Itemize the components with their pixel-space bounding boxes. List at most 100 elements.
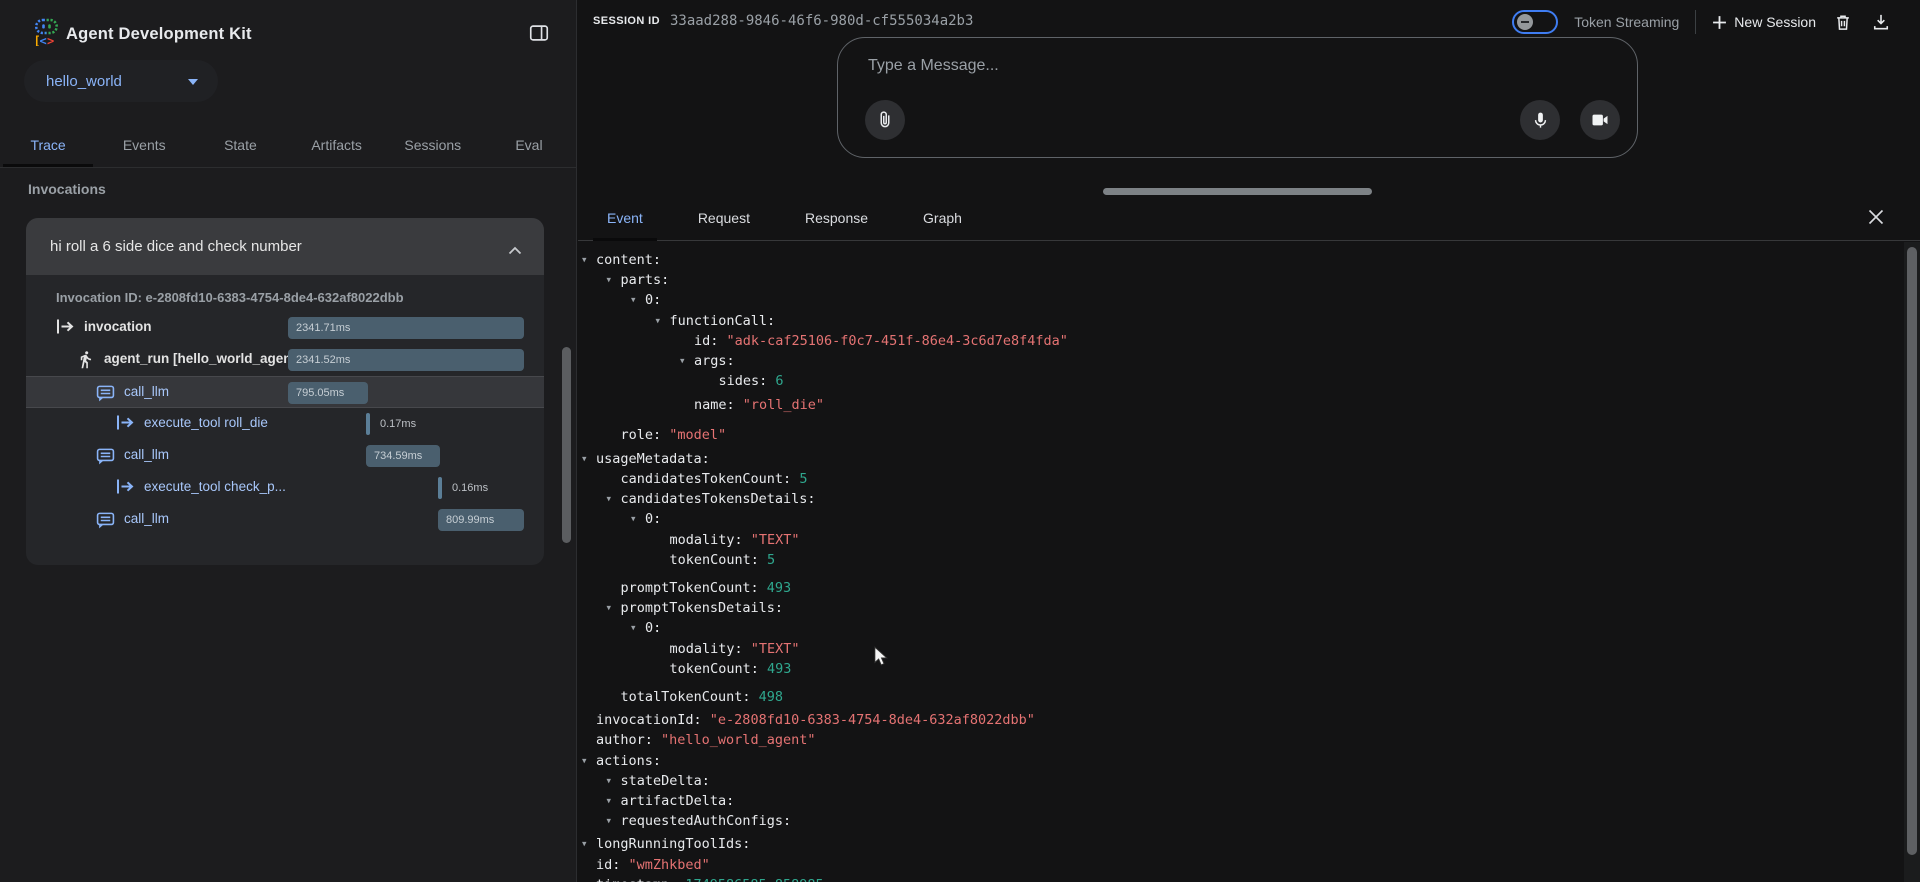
new-session-button[interactable]: New Session: [1712, 14, 1816, 30]
span-label: execute_tool check_p...: [144, 479, 286, 494]
json-line-longRunningToolIds[interactable]: ▼longRunningToolIds:: [582, 834, 1900, 854]
trace-row-execute_tool[interactable]: execute_tool roll_die0.17ms: [26, 408, 544, 440]
enter-arrow-icon: [116, 478, 136, 498]
json-value: "wmZhkbed": [620, 857, 709, 873]
sidebar-tab-state[interactable]: State: [192, 122, 288, 167]
enter-arrow-icon: [116, 414, 136, 434]
json-value: "TEXT": [743, 532, 800, 548]
runner-icon: [76, 350, 96, 370]
json-line-0[interactable]: ▼0:: [582, 618, 1900, 638]
collapse-triangle-icon[interactable]: ▼: [607, 811, 621, 830]
json-value: 493: [759, 580, 792, 596]
microphone-button[interactable]: [1520, 100, 1560, 140]
close-icon[interactable]: [1867, 208, 1887, 228]
trace-row-invocation[interactable]: invocation2341.71ms: [26, 312, 544, 344]
download-icon: [1871, 12, 1891, 32]
json-line-id: id: "adk-caf25106-f0c7-451f-86e4-3c6d7e8…: [582, 331, 1900, 351]
collapse-sidebar-icon[interactable]: [528, 22, 550, 44]
json-line-0[interactable]: ▼0:: [582, 290, 1900, 310]
json-line-promptTokensDetails[interactable]: ▼promptTokensDetails:: [582, 598, 1900, 618]
detail-tab-event[interactable]: Event: [593, 196, 657, 241]
tab-label: Sessions: [404, 137, 461, 153]
span-label: agent_run [hello_world_agent]: [104, 351, 301, 366]
json-key: candidatesTokensDetails:: [621, 491, 816, 507]
collapse-triangle-icon[interactable]: ▼: [607, 489, 621, 508]
event-json-tree: ▼content:▼parts:▼0:▼functionCall: id: "a…: [578, 242, 1900, 882]
json-key: artifactDelta:: [621, 793, 735, 809]
detail-tab-graph[interactable]: Graph: [909, 196, 976, 241]
json-line-requestedAuthConfigs[interactable]: ▼requestedAuthConfigs:: [582, 811, 1900, 831]
indent-spacer: [656, 659, 670, 678]
json-line-artifactDelta[interactable]: ▼artifactDelta:: [582, 791, 1900, 811]
new-session-label: New Session: [1734, 14, 1816, 30]
span-label: call_llm: [124, 447, 169, 462]
vertical-scrollbar[interactable]: [1907, 247, 1917, 855]
delete-session-button[interactable]: [1832, 11, 1854, 33]
horizontal-scrollbar[interactable]: [1103, 188, 1372, 195]
detail-tab-response[interactable]: Response: [791, 196, 882, 241]
collapse-triangle-icon[interactable]: ▼: [582, 449, 596, 468]
attach-file-button[interactable]: [865, 100, 905, 140]
indent-spacer: [705, 371, 719, 390]
collapse-triangle-icon[interactable]: ▼: [631, 509, 645, 528]
collapse-triangle-icon[interactable]: ▼: [631, 618, 645, 637]
duration-tick: [366, 413, 370, 435]
json-line-content[interactable]: ▼content:: [582, 250, 1900, 270]
collapse-triangle-icon[interactable]: ▼: [582, 751, 596, 770]
collapse-triangle-icon[interactable]: ▼: [607, 791, 621, 810]
json-line-tokenCount: tokenCount: 5: [582, 550, 1900, 570]
json-line-id: id: "wmZhkbed": [582, 855, 1900, 875]
json-line-args[interactable]: ▼args:: [582, 351, 1900, 371]
invocation-card-header[interactable]: hi roll a 6 side dice and check number: [26, 218, 544, 275]
plus-icon: [1712, 15, 1727, 30]
sidebar-tab-sessions[interactable]: Sessions: [385, 122, 481, 167]
sidebar-scrollbar[interactable]: [562, 347, 571, 543]
trace-row-call_llm[interactable]: call_llm795.05ms: [26, 376, 544, 408]
collapse-triangle-icon[interactable]: ▼: [582, 834, 596, 853]
sidebar-tabs: TraceEventsStateArtifacts Sessions Eval: [0, 122, 577, 168]
collapse-triangle-icon[interactable]: ▼: [607, 598, 621, 617]
trace-row-call_llm[interactable]: call_llm809.99ms: [26, 504, 544, 536]
collapse-triangle-icon[interactable]: ▼: [607, 771, 621, 790]
export-session-button[interactable]: [1870, 11, 1892, 33]
sidebar-tab-artifacts[interactable]: Artifacts: [289, 122, 385, 167]
json-key: promptTokensDetails:: [621, 600, 784, 616]
json-line-stateDelta[interactable]: ▼stateDelta:: [582, 771, 1900, 791]
json-line-parts[interactable]: ▼parts:: [582, 270, 1900, 290]
detail-tab-request[interactable]: Request: [684, 196, 764, 241]
indent-spacer: [607, 687, 621, 706]
json-line-candidatesTokensDetails[interactable]: ▼candidatesTokensDetails:: [582, 489, 1900, 509]
video-button[interactable]: [1580, 100, 1620, 140]
json-key: args:: [694, 353, 735, 369]
json-line-functionCall[interactable]: ▼functionCall:: [582, 311, 1900, 331]
sidebar-tab-events[interactable]: Events: [96, 122, 192, 167]
agent-select-dropdown[interactable]: hello_world: [24, 60, 218, 102]
json-value: "adk-caf25106-f0c7-451f-86e4-3c6d7e8f4fd…: [718, 333, 1068, 349]
message-placeholder: Type a Message...: [868, 57, 999, 75]
trace-row-agent_run[interactable]: agent_run [hello_world_agent]2341.52ms: [26, 344, 544, 376]
span-label: execute_tool roll_die: [144, 415, 268, 430]
trace-row-execute_tool[interactable]: execute_tool check_p...0.16ms: [26, 472, 544, 504]
span-label: invocation: [84, 319, 152, 334]
collapse-triangle-icon[interactable]: ▼: [656, 311, 670, 330]
json-key: author:: [596, 732, 653, 748]
token-streaming-toggle[interactable]: [1512, 10, 1558, 34]
json-line-actions[interactable]: ▼actions:: [582, 751, 1900, 771]
collapse-triangle-icon[interactable]: ▼: [582, 250, 596, 269]
collapse-triangle-icon[interactable]: ▼: [607, 270, 621, 289]
json-line-author: author: "hello_world_agent": [582, 730, 1900, 750]
json-line-0[interactable]: ▼0:: [582, 509, 1900, 529]
collapse-triangle-icon[interactable]: ▼: [631, 290, 645, 309]
json-line-name: name: "roll_die": [582, 395, 1900, 415]
collapse-triangle-icon[interactable]: ▼: [680, 351, 694, 370]
indent-spacer: [582, 855, 596, 874]
trace-row-call_llm[interactable]: call_llm734.59ms: [26, 440, 544, 472]
json-key: promptTokenCount:: [621, 580, 759, 596]
json-line-usageMetadata[interactable]: ▼usageMetadata:: [582, 449, 1900, 469]
sidebar-tab-trace[interactable]: Trace: [0, 122, 96, 167]
message-input[interactable]: Type a Message...: [837, 37, 1638, 158]
app-title: Agent Development Kit: [66, 25, 252, 44]
video-camera-icon: [1590, 110, 1610, 130]
sidebar-tab-eval[interactable]: Eval: [481, 122, 577, 167]
svg-text:>: >: [47, 34, 54, 46]
